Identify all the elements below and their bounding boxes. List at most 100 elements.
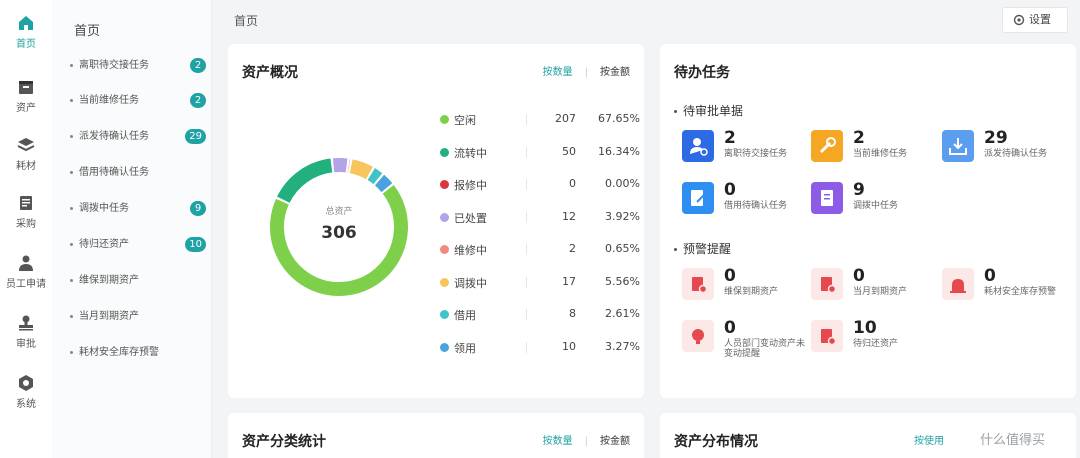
home-icon bbox=[19, 16, 33, 30]
legend-label: 调拨中 bbox=[454, 276, 487, 290]
legend-count: 12 bbox=[562, 209, 576, 223]
warning-item[interactable]: 0 人员部门变动资产未变动提醒 bbox=[682, 318, 812, 359]
category-stats-card: 资产分类统计 按数量 | 按金额 bbox=[228, 413, 644, 458]
legend-row[interactable]: 领用 10 3.27% bbox=[440, 340, 640, 356]
breadcrumb[interactable]: 首页 bbox=[234, 12, 258, 29]
legend-row[interactable]: 调拨中 17 5.56% bbox=[440, 275, 640, 291]
edit-document-icon bbox=[682, 182, 714, 214]
legend-label: 报修中 bbox=[454, 179, 487, 192]
toggle-by-count[interactable]: 按数量 bbox=[543, 436, 573, 447]
legend-row[interactable]: 维修中 2 0.65% bbox=[440, 242, 640, 258]
toggle-by-count[interactable]: 按数量 bbox=[543, 67, 573, 78]
rail-item-system[interactable]: 系统 bbox=[0, 374, 52, 410]
legend-row[interactable]: 已处置 12 3.92% bbox=[440, 210, 640, 226]
donut-slice bbox=[374, 174, 393, 193]
box-icon bbox=[19, 81, 33, 94]
home-submenu: 首页 离职待交接任务 2 当前维修任务 2 派发待确认任务 29 借用待确认任务 调拨… bbox=[52, 0, 212, 458]
warning-item[interactable]: 0 耗材安全库存预警 bbox=[942, 266, 1072, 300]
legend-swatch bbox=[440, 212, 449, 222]
layers-icon bbox=[17, 138, 35, 152]
legend-row[interactable]: 空闲 207 67.65% bbox=[440, 112, 640, 128]
rail-item-employee-request[interactable]: 员工申请 bbox=[0, 254, 52, 290]
legend-row[interactable]: 流转中 50 16.34% bbox=[440, 145, 640, 161]
total-value: 306 bbox=[321, 223, 357, 243]
submenu-item[interactable]: 耗材安全库存预警 bbox=[70, 345, 210, 361]
toggle-by-amount[interactable]: 按金额 bbox=[600, 67, 630, 78]
total-label: 总资产 bbox=[325, 207, 353, 217]
legend-percent: 5.56% bbox=[605, 274, 640, 288]
legend-label: 已处置 bbox=[454, 211, 487, 225]
legend-label: 维修中 bbox=[454, 244, 487, 257]
pending-section-label: 待审批单据 bbox=[674, 102, 743, 119]
asset-overview-card: 资产概况 按数量 | 按金额 总资产 306 空闲 207 67.65% 流转中 50 16.… bbox=[228, 44, 644, 398]
legend-count: 2 bbox=[569, 242, 576, 255]
metric-toggle: 按数量 | 按金额 bbox=[542, 436, 630, 447]
task-item[interactable]: 29 派发待确认任务 bbox=[942, 128, 1072, 162]
rail-item-label: 采购 bbox=[16, 219, 36, 230]
nav-rail: 首页 资产 耗材 采购 员工申请 审批 系统 bbox=[0, 0, 52, 458]
rail-item-approval[interactable]: 审批 bbox=[0, 314, 52, 350]
count-badge: 10 bbox=[185, 237, 206, 252]
task-item[interactable]: 2 离职待交接任务 bbox=[682, 128, 812, 162]
wrench-icon bbox=[811, 130, 843, 162]
bulb-icon bbox=[682, 320, 714, 352]
count-badge: 2 bbox=[190, 58, 206, 73]
legend-swatch bbox=[440, 245, 449, 254]
legend-label: 流转中 bbox=[454, 146, 487, 160]
legend-count: 17 bbox=[562, 274, 576, 288]
rail-item-label: 耗材 bbox=[16, 161, 36, 172]
task-item[interactable]: 0 借用待确认任务 bbox=[682, 180, 812, 214]
warning-item[interactable]: 0 当月到期资产 bbox=[811, 266, 941, 300]
card-title: 资产概况 bbox=[242, 65, 298, 81]
handover-icon bbox=[682, 130, 714, 162]
task-item[interactable]: 9 调拨中任务 bbox=[811, 180, 941, 214]
legend-swatch bbox=[440, 310, 449, 319]
submenu-item[interactable]: 借用待确认任务 bbox=[70, 165, 210, 181]
rail-item-label: 系统 bbox=[16, 399, 36, 410]
watermark: 什么值得买 bbox=[980, 433, 1046, 448]
legend-count: 207 bbox=[555, 112, 576, 125]
submenu-item[interactable]: 维保到期资产 bbox=[70, 273, 210, 289]
legend-swatch bbox=[440, 115, 449, 124]
warning-section-label: 预警提醒 bbox=[674, 240, 731, 257]
toggle-by-usage[interactable]: 按使用 bbox=[914, 436, 944, 447]
calendar-warning-icon bbox=[682, 268, 714, 300]
rail-item-label: 员工申请 bbox=[6, 279, 46, 290]
legend-percent: 3.92% bbox=[605, 209, 640, 223]
gear-icon bbox=[1013, 14, 1025, 26]
count-badge: 9 bbox=[190, 201, 206, 216]
donut-slice bbox=[277, 158, 333, 204]
task-item[interactable]: 2 当前维修任务 bbox=[811, 128, 941, 162]
rail-item-purchase[interactable]: 采购 bbox=[0, 194, 52, 230]
rail-item-label: 资产 bbox=[16, 103, 36, 114]
legend-count: 10 bbox=[562, 339, 576, 353]
settings-button[interactable]: 设置 bbox=[1002, 7, 1068, 33]
submenu-item[interactable]: 待归还资产 10 bbox=[70, 237, 210, 253]
count-badge: 29 bbox=[185, 129, 206, 144]
legend-percent: 2.61% bbox=[605, 307, 640, 320]
rail-item-home[interactable]: 首页 bbox=[0, 14, 52, 50]
legend-row[interactable]: 报修中 0 0.00% bbox=[440, 177, 640, 193]
submenu-title: 首页 bbox=[74, 24, 101, 39]
rail-item-label: 审批 bbox=[16, 339, 36, 350]
stamp-icon bbox=[19, 315, 33, 331]
calendar-warning-icon bbox=[811, 268, 843, 300]
rail-item-consumables[interactable]: 耗材 bbox=[0, 136, 52, 172]
submenu-item[interactable]: 调拨中任务 9 bbox=[70, 201, 210, 217]
legend-swatch bbox=[440, 147, 449, 157]
distribution-card: 资产分布情况 按使用 什么值得买 bbox=[660, 413, 1076, 458]
user-icon bbox=[19, 255, 33, 271]
transfer-icon bbox=[811, 182, 843, 214]
legend-percent: 3.27% bbox=[605, 339, 640, 353]
submenu-item[interactable]: 当月到期资产 bbox=[70, 309, 210, 325]
warning-item[interactable]: 0 维保到期资产 bbox=[682, 266, 812, 300]
submenu-item[interactable]: 派发待确认任务 29 bbox=[70, 129, 210, 145]
submenu-item[interactable]: 离职待交接任务 2 bbox=[70, 58, 210, 74]
rail-item-assets[interactable]: 资产 bbox=[0, 78, 52, 114]
warning-item[interactable]: 10 待归还资产 bbox=[811, 318, 941, 352]
toggle-by-amount[interactable]: 按金额 bbox=[600, 436, 630, 447]
legend-row[interactable]: 借用 8 2.61% bbox=[440, 307, 640, 323]
legend-percent: 0.65% bbox=[605, 242, 640, 255]
submenu-item[interactable]: 当前维修任务 2 bbox=[70, 93, 210, 109]
legend-percent: 0.00% bbox=[605, 177, 640, 190]
